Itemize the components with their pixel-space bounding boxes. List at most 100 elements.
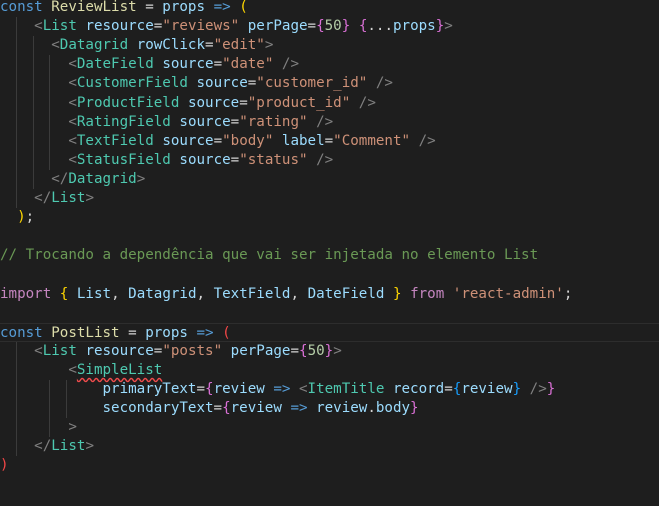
code-line[interactable]: const ReviewList = props => ( (0, 0, 659, 17)
code-token: > (68, 419, 77, 436)
code-token: ItemTitle (307, 381, 385, 397)
code-token: < (68, 132, 77, 149)
code-token: ) (0, 457, 9, 474)
code-token: ( (222, 324, 231, 341)
code-line[interactable]: <List resource="reviews" perPage={50} {.… (0, 17, 659, 36)
code-line[interactable]: </List> (0, 437, 659, 456)
code-token: = (239, 94, 248, 111)
code-token: } (341, 18, 351, 35)
code-token: { (222, 400, 231, 417)
code-line[interactable]: const PostList = props => ( (0, 322, 659, 342)
code-token: from (410, 285, 445, 302)
code-token: </ (34, 190, 52, 206)
code-line[interactable]: ) (0, 456, 659, 475)
code-token: = (119, 324, 146, 341)
code-token: review (213, 381, 265, 397)
code-token: Datagrid (128, 285, 197, 302)
code-token: > (444, 18, 453, 35)
code-token: Datagrid (68, 170, 137, 187)
code-token: < (68, 56, 77, 73)
code-line[interactable]: <DateField source="date" /> (0, 55, 659, 74)
code-line[interactable]: <ProductField source="product_id" /> (0, 94, 659, 113)
code-token: "date" (222, 56, 274, 73)
code-token: List (42, 342, 77, 359)
code-token: List (51, 438, 86, 455)
code-token: = (205, 37, 214, 54)
code-token: > (136, 170, 146, 187)
code-token: } (324, 342, 334, 359)
code-token: source (162, 56, 214, 73)
code-line[interactable]: import { List, Datagrid, TextField, Date… (0, 285, 659, 304)
code-token: < (68, 94, 77, 111)
code-token: = (247, 75, 257, 92)
code-line[interactable]: <StatusField source="status" /> (0, 151, 659, 170)
code-line[interactable]: primaryText={review => <ItemTitle record… (0, 380, 659, 399)
code-line[interactable]: ); (0, 208, 659, 227)
code-token: /> (375, 75, 393, 92)
code-token: /> (316, 113, 334, 130)
code-token: < (68, 361, 77, 378)
code-token: source (162, 132, 214, 149)
code-token: DateField (76, 56, 154, 73)
code-token: props (393, 18, 436, 35)
code-token: props (145, 324, 188, 341)
code-token: /> (316, 151, 334, 168)
code-token: record (392, 381, 445, 397)
code-line[interactable] (0, 304, 659, 323)
code-token: > (85, 438, 94, 455)
code-token: review (461, 381, 513, 397)
code-token: "customer_id" (256, 75, 368, 92)
code-line[interactable]: </Datagrid> (0, 170, 659, 189)
code-line[interactable]: <RatingField source="rating" /> (0, 113, 659, 132)
code-token: PostList (51, 324, 120, 341)
code-line[interactable]: <TextField source="body" label="Comment"… (0, 132, 659, 151)
code-token: import (0, 285, 52, 302)
code-token: /> (529, 381, 547, 397)
code-token: List (76, 285, 112, 302)
code-token: , (290, 285, 308, 302)
code-token: = (230, 151, 240, 168)
code-line[interactable] (0, 265, 659, 284)
code-line[interactable]: secondaryText={review => review.body} (0, 399, 659, 418)
code-token: { (299, 342, 308, 359)
code-token: "edit" (213, 37, 265, 54)
code-token: resource (85, 18, 154, 35)
code-token: } (435, 18, 445, 35)
code-token: source (179, 113, 231, 130)
code-token: ) (17, 209, 26, 226)
code-line[interactable]: </List> (0, 189, 659, 208)
code-token: const (0, 0, 52, 15)
code-editor[interactable]: const ReviewList = props => ( <List reso… (0, 0, 659, 506)
code-line[interactable]: <CustomerField source="customer_id" /> (0, 74, 659, 93)
code-line[interactable]: > (0, 418, 659, 437)
code-token: ; (25, 209, 35, 226)
code-token: "posts" (162, 342, 223, 359)
code-line[interactable]: <Datagrid rowClick="edit"> (0, 36, 659, 55)
code-line[interactable]: <List resource="posts" perPage={50}> (0, 342, 659, 361)
code-token: { (205, 381, 214, 397)
code-token: < (68, 113, 77, 130)
code-token: review (230, 400, 282, 417)
code-token: "status" (239, 151, 308, 168)
code-token: < (51, 37, 60, 54)
code-line[interactable]: <SimpleList (0, 361, 659, 380)
code-token: , (111, 285, 129, 302)
code-line[interactable]: // Trocando a dependência que vai ser in… (0, 246, 659, 265)
code-line[interactable] (0, 227, 659, 246)
code-token: ... (367, 18, 393, 35)
code-token: = (230, 113, 240, 130)
